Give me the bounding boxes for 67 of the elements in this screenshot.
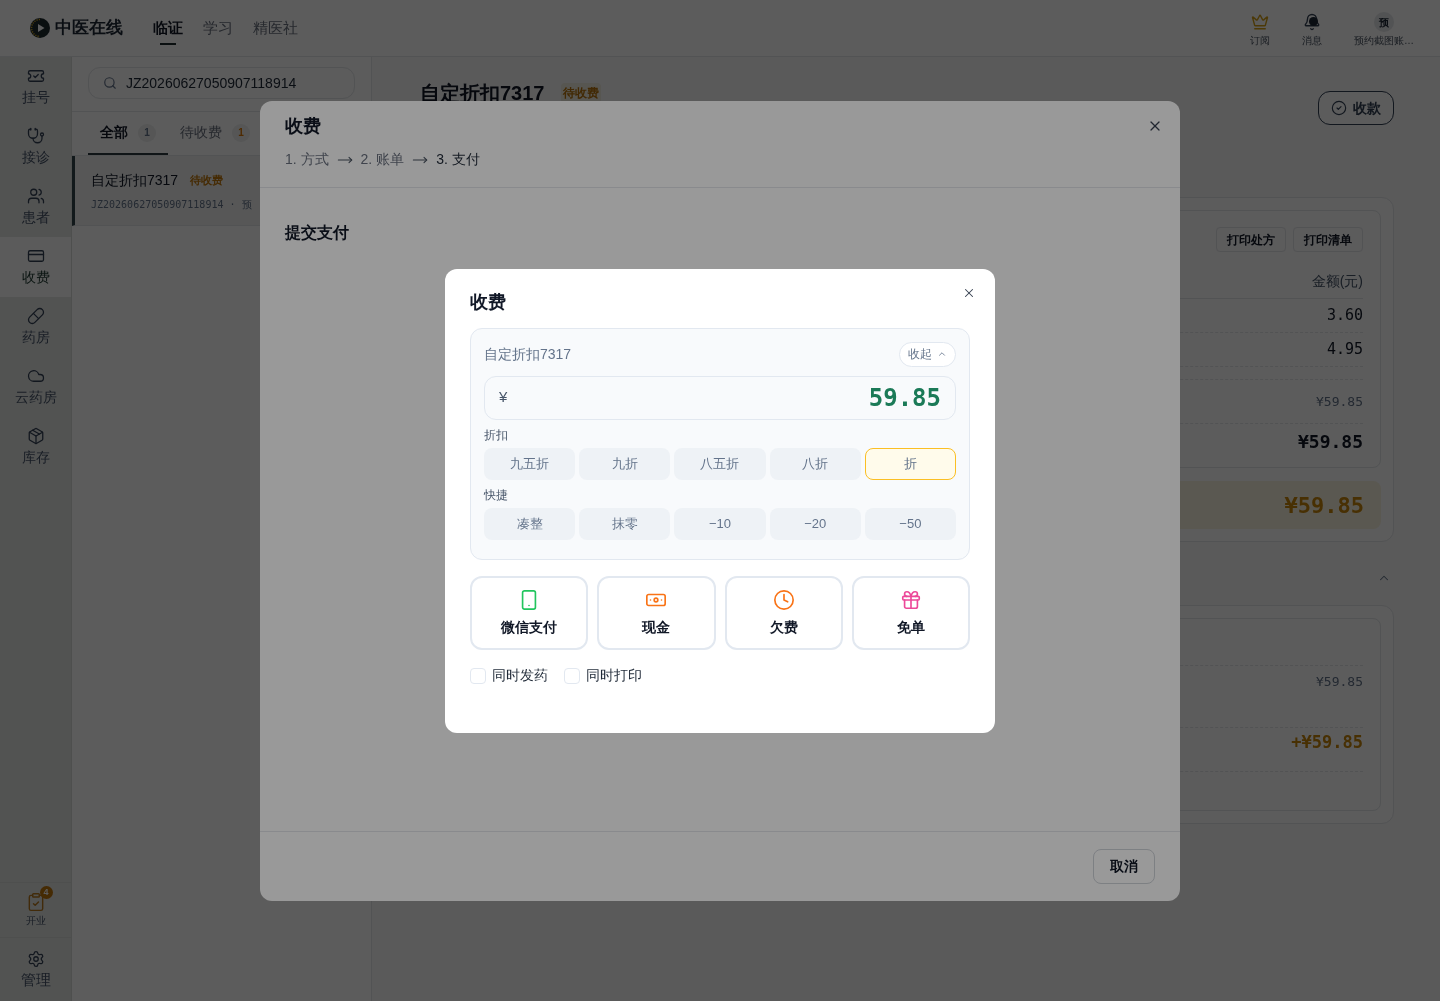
print-button[interactable]: 打印清单 <box>1293 227 1363 252</box>
discount-option[interactable]: 九五折 <box>484 447 576 480</box>
print-button[interactable]: 打印处方 <box>1216 227 1286 252</box>
discount-option[interactable]: 折 <box>864 447 956 480</box>
amount-cell-text: 3.60 <box>1326 305 1363 327</box>
payment-method-button[interactable]: 微信支付 <box>470 575 589 650</box>
receive-button[interactable]: 收款 <box>1318 91 1394 125</box>
checkbox[interactable] <box>564 667 580 684</box>
payment-amount: ¥59.85 <box>1316 673 1363 691</box>
sidebar-item[interactable]: 接诊 <box>0 117 71 177</box>
check-circle-icon <box>1331 100 1347 116</box>
payment-method-button[interactable]: 欠费 <box>724 575 843 650</box>
search-field[interactable]: JZ20260627050907118914 <box>88 67 355 99</box>
chevron-up-icon <box>937 349 947 359</box>
count-badge: 1 <box>232 123 250 142</box>
discount-option[interactable]: 九折 <box>579 447 671 480</box>
quick-option[interactable]: −10 <box>674 507 766 540</box>
payment-method-button[interactable]: 现金 <box>597 575 716 650</box>
card-icon <box>26 247 45 265</box>
patient-name: 自定折扣7317 <box>484 344 572 364</box>
gift-icon <box>899 588 922 611</box>
pill-icon <box>26 307 45 325</box>
quick-option[interactable]: 凑整 <box>484 507 576 540</box>
amount-field[interactable]: ¥ 59.85 <box>484 375 956 420</box>
checkbox-label: 同时打印 <box>586 666 642 685</box>
cloud-icon <box>26 367 45 385</box>
cancel-button[interactable]: 取消 <box>1093 848 1155 884</box>
status-label: 待收费 <box>190 172 224 188</box>
discount-option[interactable]: 八五折 <box>674 447 766 480</box>
clock-icon <box>772 588 795 611</box>
crown-icon <box>1251 13 1269 31</box>
column-header: 金额(元) <box>1311 272 1363 291</box>
nav-tab[interactable]: 临证 <box>153 12 183 45</box>
dialog-title: 收费 <box>285 114 322 138</box>
discount-option[interactable]: 八折 <box>769 447 861 480</box>
quick-option[interactable]: −50 <box>864 507 956 540</box>
step-label: 3. 支付 <box>436 150 480 169</box>
quick-option[interactable]: −20 <box>769 507 861 540</box>
logo-text: 中医在线 <box>55 17 123 40</box>
total-value: ¥59.85 <box>1297 430 1363 454</box>
users-icon <box>26 187 45 205</box>
box-icon <box>26 427 45 445</box>
payable-amount: ¥59.85 <box>1284 491 1364 520</box>
field-label: 快捷 <box>484 486 509 503</box>
bell-icon <box>1303 13 1321 31</box>
amount-cell-text: 4.95 <box>1326 339 1363 361</box>
status-badge: 待收费 <box>560 83 601 103</box>
dialog-title: 收费 <box>470 290 507 314</box>
count-badge: 4 <box>39 886 53 899</box>
stethoscope-icon <box>26 127 45 145</box>
account-name: 预约截图账… <box>1354 34 1414 48</box>
settings-icon <box>26 949 45 968</box>
sidebar-item[interactable]: 收费 <box>0 237 71 297</box>
checkbox-label: 同时发药 <box>492 666 548 685</box>
payment-amount: +¥59.85 <box>1291 732 1363 752</box>
payment-method-button[interactable]: 免单 <box>851 575 970 650</box>
field-label: 折扣 <box>484 426 509 443</box>
subtotal-value: ¥59.85 <box>1316 392 1363 411</box>
checkbox[interactable] <box>470 667 486 684</box>
patient-name: 自定折扣7317 <box>91 170 179 190</box>
quick-option[interactable]: 抹零 <box>579 507 671 540</box>
avatar: 预 <box>1374 12 1394 32</box>
logo-icon <box>30 18 50 38</box>
search-icon <box>103 76 117 90</box>
account-menu[interactable]: 预 预约截图账… <box>1352 12 1416 48</box>
ticket-icon <box>26 67 45 85</box>
collapse-button[interactable]: 收起 <box>899 341 956 367</box>
